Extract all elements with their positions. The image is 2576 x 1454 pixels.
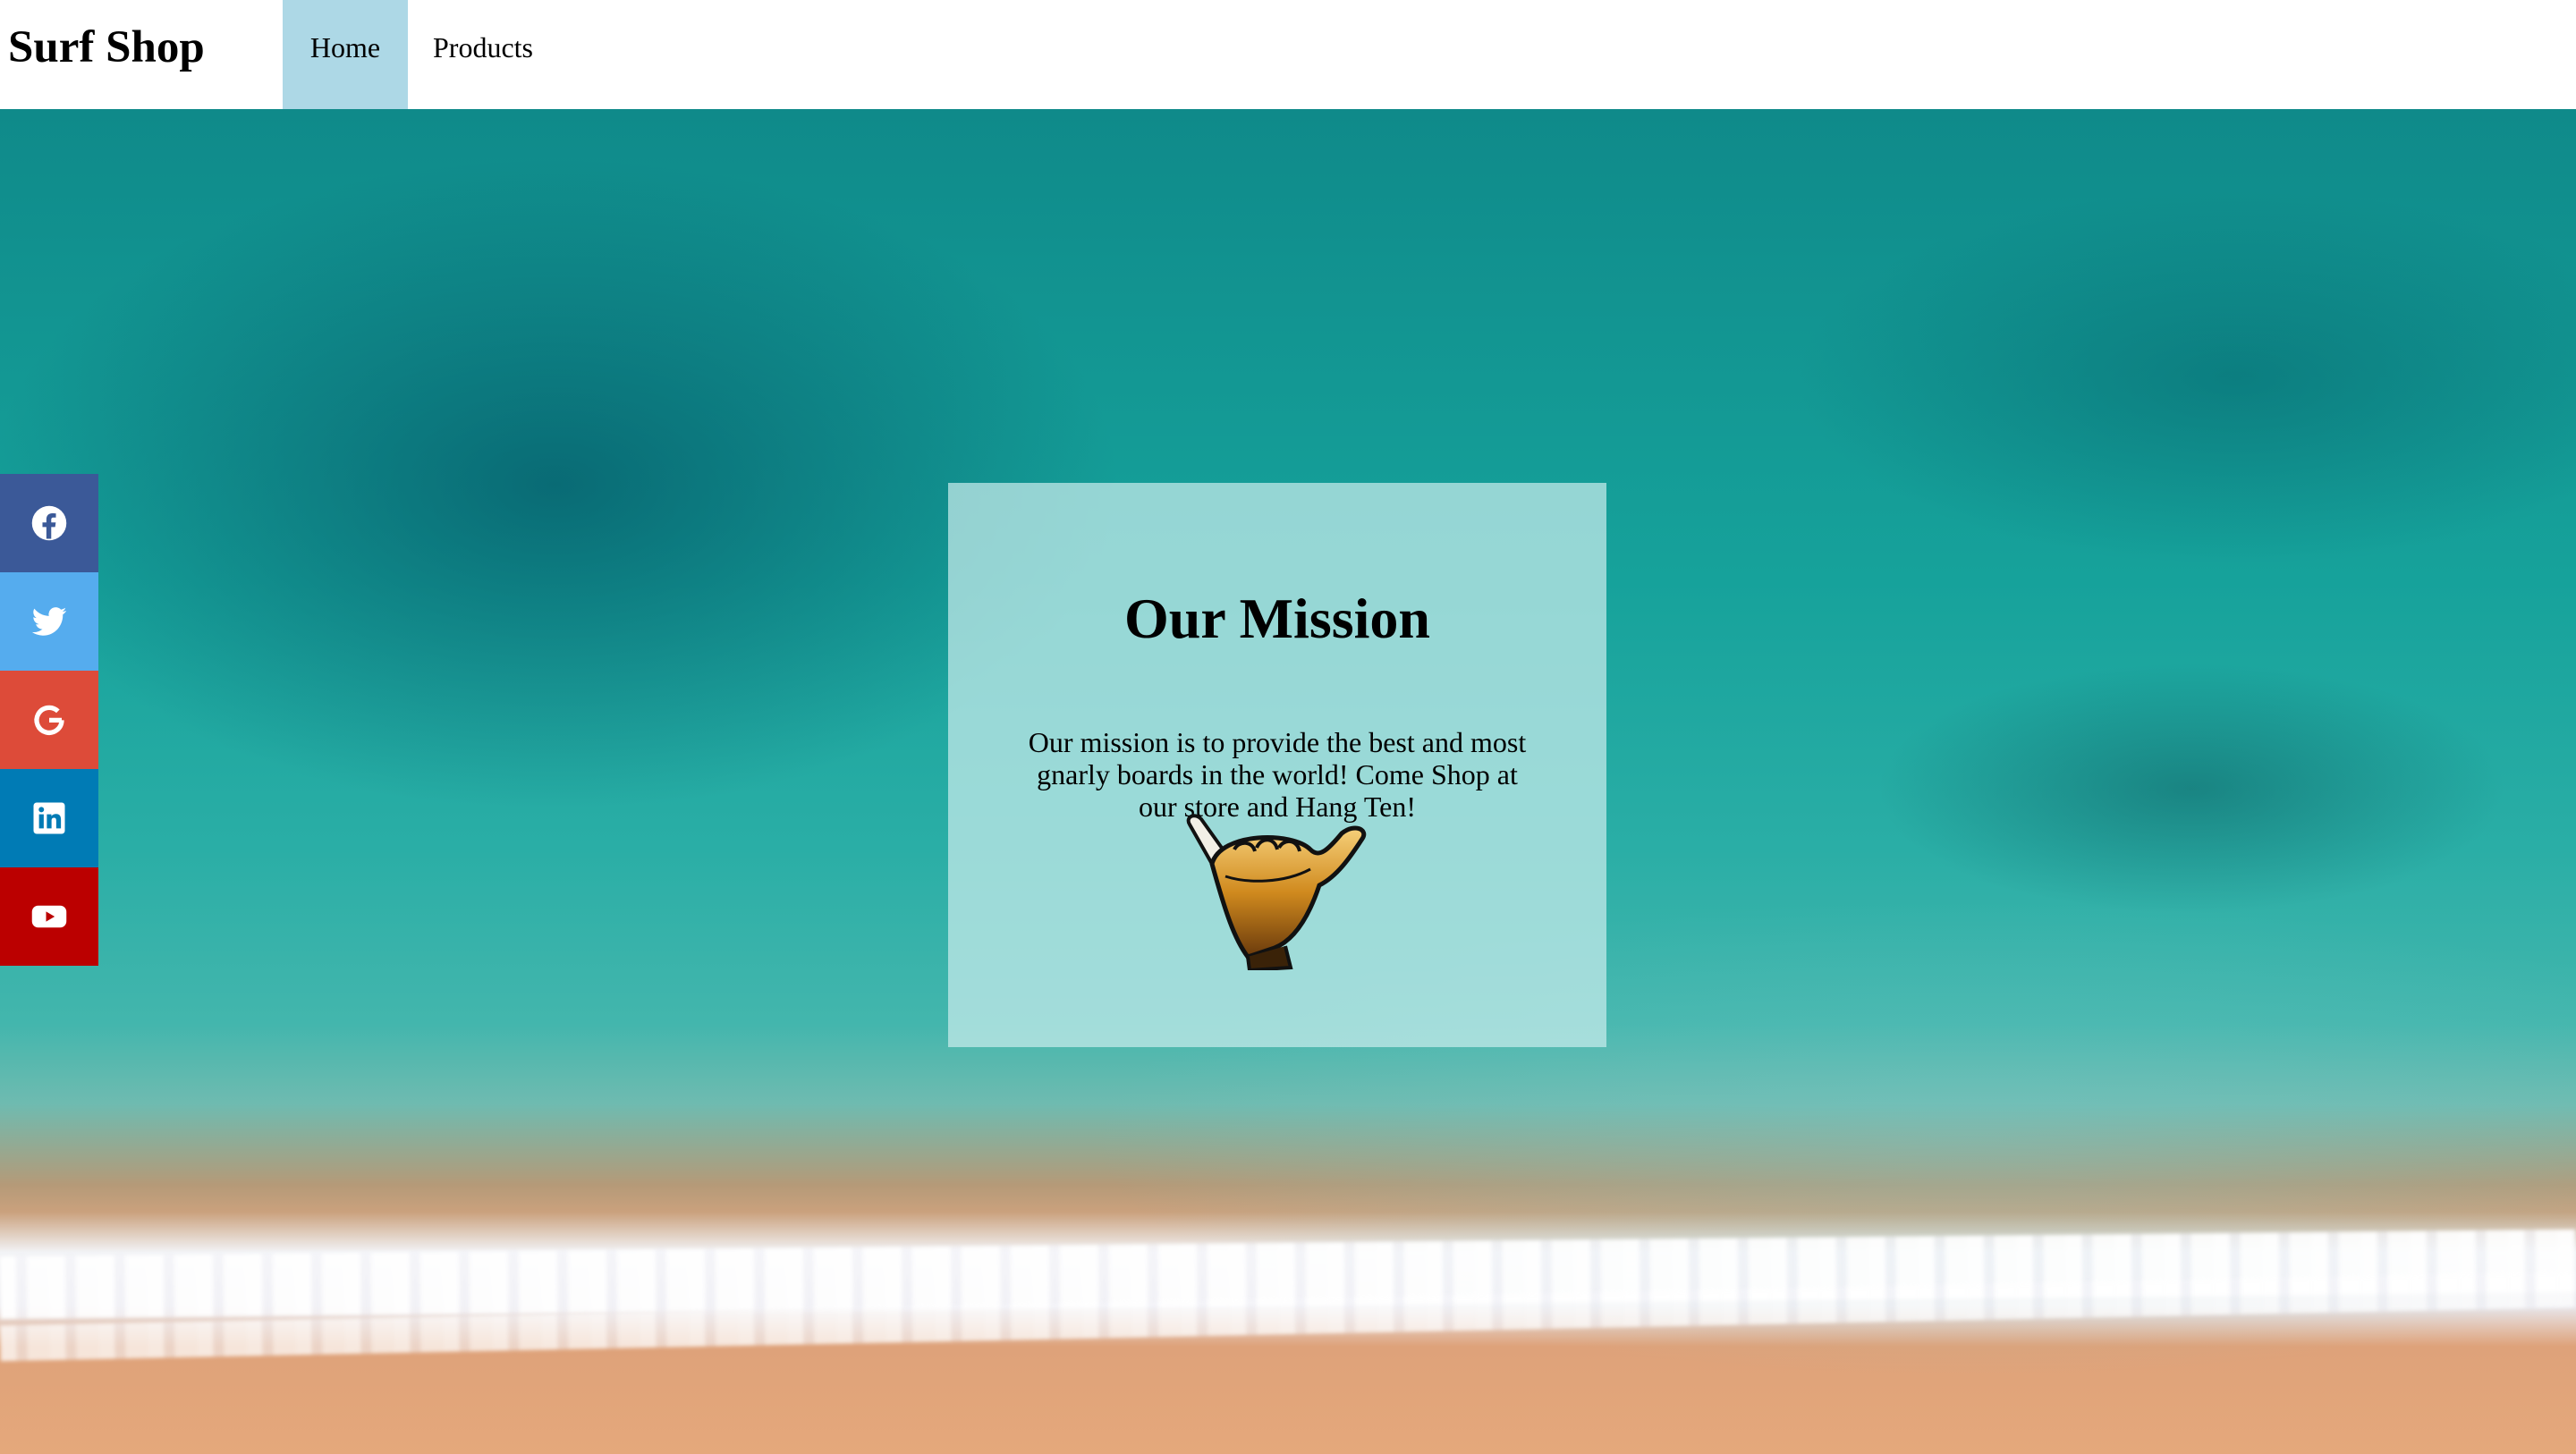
linkedin-button[interactable] bbox=[0, 769, 98, 867]
mission-card: Our Mission Our mission is to provide th… bbox=[948, 483, 1606, 1047]
facebook-button[interactable] bbox=[0, 474, 98, 572]
brand-title[interactable]: Surf Shop bbox=[8, 0, 205, 95]
twitter-icon bbox=[30, 603, 68, 640]
facebook-icon bbox=[30, 504, 68, 542]
top-navigation-bar: Surf Shop Home Products bbox=[0, 0, 2576, 109]
nav-products-link[interactable]: Products bbox=[408, 0, 558, 109]
shaka-hand-icon bbox=[1185, 814, 1368, 973]
linkedin-icon bbox=[30, 799, 68, 837]
google-button[interactable] bbox=[0, 671, 98, 769]
twitter-button[interactable] bbox=[0, 572, 98, 671]
nav-home-link[interactable]: Home bbox=[283, 0, 408, 109]
mission-text: Our mission is to provide the best and m… bbox=[1028, 726, 1527, 823]
mission-title: Our Mission bbox=[1124, 587, 1430, 650]
google-icon bbox=[30, 701, 68, 739]
youtube-icon bbox=[30, 898, 68, 935]
youtube-button[interactable] bbox=[0, 867, 98, 966]
social-media-bar bbox=[0, 474, 98, 966]
